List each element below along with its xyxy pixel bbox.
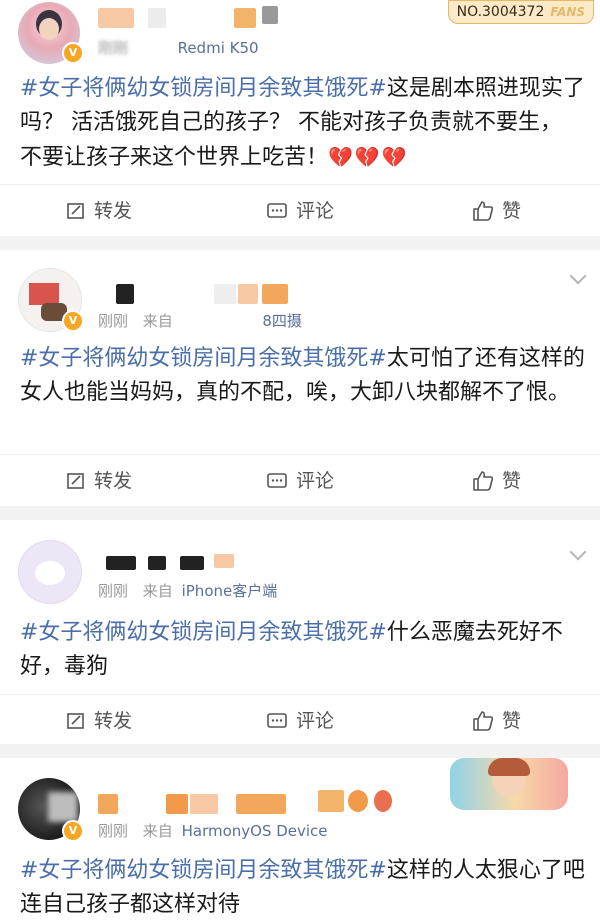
verified-badge-icon: V [62, 820, 84, 842]
like-label: 赞 [502, 710, 522, 732]
post-from: 来自 [142, 312, 173, 330]
comment-label: 评论 [296, 470, 335, 492]
repost-label: 转发 [94, 470, 133, 492]
post-time: 刚刚 [98, 582, 129, 600]
hashtag-link[interactable]: #女子将俩幼女锁房间月余致其饿死# [20, 858, 387, 883]
user-badge-icon [214, 554, 234, 568]
post-time: 刚刚 [98, 39, 129, 57]
sticker-icon [374, 790, 392, 812]
fans-label: FANS [550, 5, 585, 19]
post-content: #女子将俩幼女锁房间月余致其饿死#这是剧本照进现实了吗？ 活活饿死自己的孩子？ … [20, 72, 588, 175]
comment-label: 评论 [296, 200, 335, 222]
post-2: V 刚刚 来自 8四摄 #女子将俩幼女锁房间月余致其饿死#太可怕了还有这样的女人… [0, 250, 600, 506]
comment-button[interactable]: 评论 [266, 695, 334, 747]
comment-icon [267, 713, 287, 728]
fish-sticker-icon [348, 790, 368, 812]
hashtag-link[interactable]: #女子将俩幼女锁房间月余致其饿死# [20, 76, 387, 101]
username-redacted [234, 8, 256, 28]
repost-icon [67, 713, 84, 729]
username-redacted[interactable] [98, 8, 134, 28]
username-redacted [262, 284, 288, 304]
like-label: 赞 [502, 470, 522, 492]
like-label: 赞 [502, 200, 522, 222]
thumbs-up-icon [473, 711, 494, 731]
comment-icon [267, 473, 287, 488]
post-1: V NO.3004372 FANS 刚刚 Redmi K50 #女子将俩幼女锁房间… [0, 0, 600, 236]
verified-badge-icon: V [62, 42, 84, 64]
post-meta: 刚刚 来自 8四摄 [98, 310, 302, 331]
thumbs-up-icon [473, 201, 494, 221]
chevron-down-icon[interactable] [569, 267, 587, 285]
post-time: 刚刚 [98, 822, 129, 840]
repost-button[interactable]: 转发 [66, 455, 132, 507]
hashtag-link[interactable]: #女子将俩幼女锁房间月余致其饿死# [20, 346, 387, 371]
post-content: #女子将俩幼女锁房间月余致其饿死#这样的人太狠心了吧连自己孩子都这样对待 [20, 854, 588, 922]
post-content: #女子将俩幼女锁房间月余致其饿死#太可怕了还有这样的女人也能当妈妈，真的不配，唉… [20, 342, 588, 410]
post-content: #女子将俩幼女锁房间月余致其饿死#什么恶魔去死好不好，毒狗 [20, 616, 588, 684]
action-bar: 转发 评论 赞 [0, 454, 600, 507]
post-meta: 刚刚 Redmi K50 [98, 37, 259, 58]
repost-icon [67, 473, 84, 489]
username-redacted [148, 556, 166, 570]
post-4: V 刚刚 来自 HarmonyOS Device #女子将俩幼女锁房间月余致其饿… [0, 758, 600, 922]
like-button[interactable]: 赞 [472, 455, 521, 507]
username-redacted [148, 8, 166, 28]
repost-icon [67, 203, 84, 219]
fans-card-icon[interactable] [450, 758, 568, 810]
post-source[interactable]: 8四摄 [262, 312, 302, 330]
verified-badge-icon: V [62, 310, 84, 332]
username-redacted [238, 284, 258, 304]
repost-button[interactable]: 转发 [66, 185, 132, 237]
repost-label: 转发 [94, 710, 133, 732]
username-redacted[interactable] [116, 284, 134, 304]
like-button[interactable]: 赞 [472, 185, 521, 237]
repost-label: 转发 [94, 200, 133, 222]
post-time: 刚刚 [98, 312, 129, 330]
username-redacted [180, 556, 204, 570]
fans-badge[interactable]: NO.3004372 FANS [447, 0, 594, 24]
post-source[interactable]: HarmonyOS Device [182, 822, 328, 840]
post-source[interactable]: iPhone客户端 [182, 582, 278, 600]
username-redacted [190, 794, 218, 814]
post-from: 来自 [142, 582, 173, 600]
username-redacted [214, 284, 236, 304]
fans-number: NO.3004372 [456, 4, 545, 20]
username-redacted [166, 794, 188, 814]
thumbs-up-icon [473, 471, 494, 491]
repost-button[interactable]: 转发 [66, 695, 132, 747]
post-from: 来自 [142, 822, 173, 840]
username-redacted[interactable] [106, 556, 136, 570]
username-redacted[interactable] [98, 794, 118, 814]
post-meta: 刚刚 来自 HarmonyOS Device [98, 820, 328, 841]
avatar[interactable] [18, 540, 82, 604]
post-3: 刚刚 来自 iPhone客户端 #女子将俩幼女锁房间月余致其饿死#什么恶魔去死好… [0, 520, 600, 744]
like-button[interactable]: 赞 [472, 695, 521, 747]
comment-label: 评论 [296, 710, 335, 732]
action-bar: 转发 评论 赞 [0, 694, 600, 747]
post-source[interactable]: Redmi K50 [178, 39, 259, 57]
comment-icon [267, 203, 287, 218]
username-redacted [236, 794, 286, 814]
action-bar: 转发 评论 赞 [0, 184, 600, 237]
hashtag-link[interactable]: #女子将俩幼女锁房间月余致其饿死# [20, 620, 387, 645]
chevron-down-icon[interactable] [569, 543, 587, 561]
broken-heart-emoji: 💔💔💔 [328, 145, 409, 169]
user-badge-icon [262, 6, 278, 24]
comment-button[interactable]: 评论 [266, 455, 334, 507]
comment-button[interactable]: 评论 [266, 185, 334, 237]
user-badge-icon [318, 790, 344, 812]
post-meta: 刚刚 来自 iPhone客户端 [98, 580, 277, 601]
